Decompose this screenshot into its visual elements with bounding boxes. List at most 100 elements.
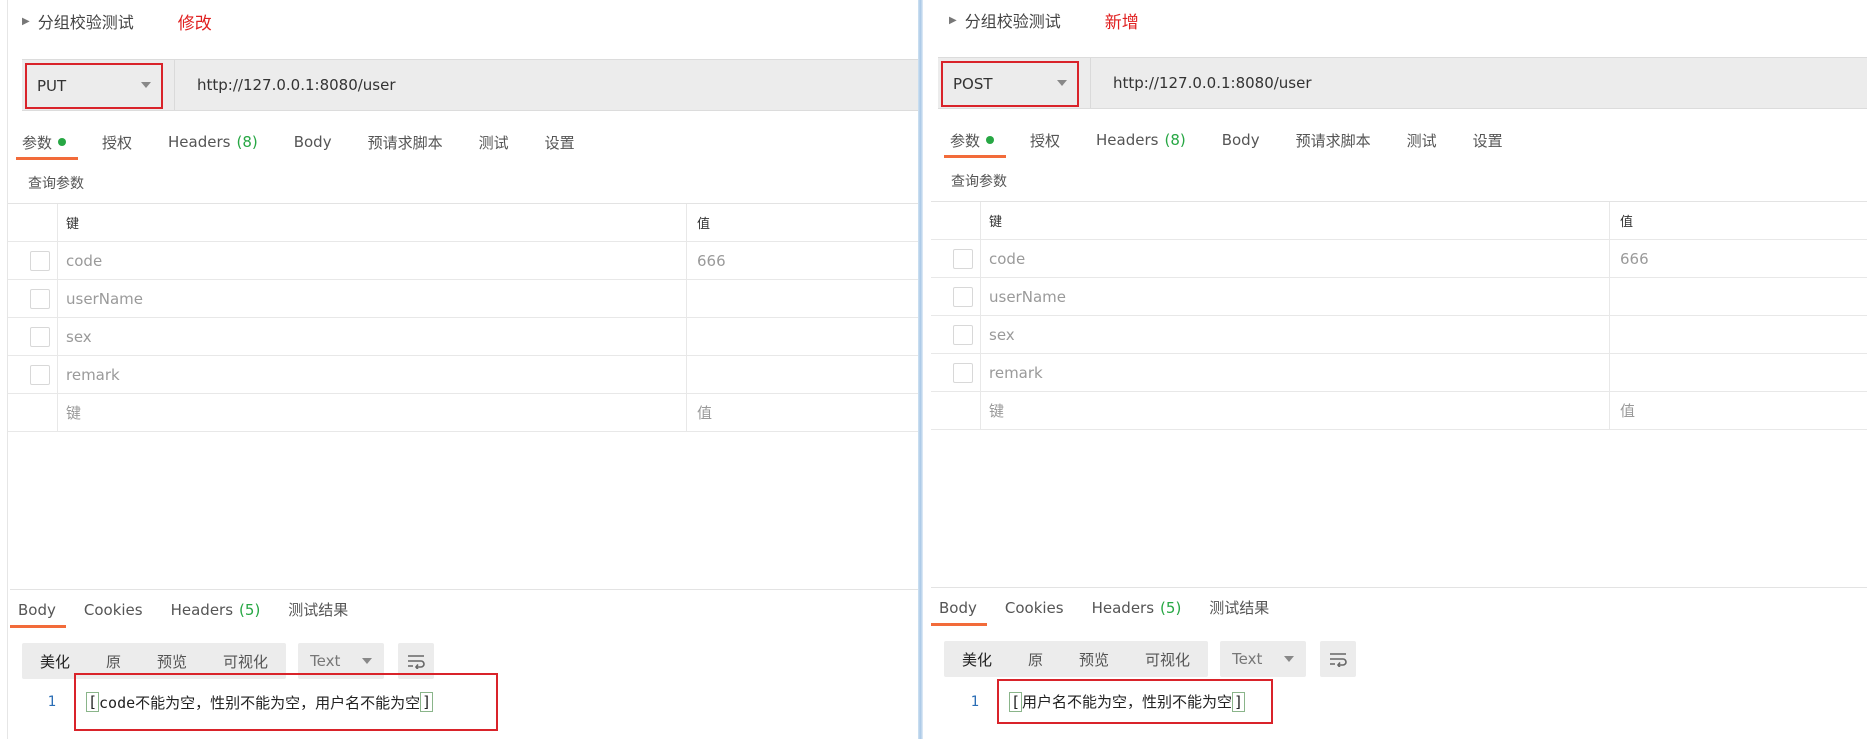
view-raw[interactable]: 原 <box>1010 649 1061 670</box>
response-tabs: Body Cookies Headers (5) 测试结果 <box>931 587 1867 627</box>
url-input[interactable]: http://127.0.0.1:8080/user <box>1090 58 1867 108</box>
table-row: code 666 <box>8 242 920 280</box>
left-request-panel: ▶ 分组校验测试 修改 PUT http://127.0.0.1:8080/us… <box>0 0 920 739</box>
active-dot-icon <box>986 136 995 144</box>
param-value[interactable] <box>1609 278 1620 315</box>
method-select[interactable]: POST <box>941 61 1079 107</box>
response-toolbar: 美化 原 预览 可视化 Text <box>944 641 1357 677</box>
new-param-row: 键 值 <box>931 392 1867 430</box>
request-title-row: ▶ 分组校验测试 修改 <box>22 1 212 41</box>
tab-resp-headers[interactable]: Headers (5) <box>1084 588 1182 628</box>
view-visualize[interactable]: 可视化 <box>1127 649 1208 670</box>
param-key[interactable]: remark <box>66 356 120 393</box>
param-key[interactable]: sex <box>66 318 92 355</box>
wrap-icon <box>1330 653 1347 667</box>
active-dot-icon <box>58 138 67 146</box>
view-raw[interactable]: 原 <box>88 651 139 672</box>
table-header: 键 值 <box>931 202 1867 240</box>
param-value[interactable] <box>1609 316 1620 353</box>
row-checkbox[interactable] <box>30 289 50 309</box>
tab-tests[interactable]: 测试 <box>479 122 509 162</box>
tab-prescript[interactable]: 预请求脚本 <box>368 122 443 162</box>
expand-triangle-icon[interactable]: ▶ <box>949 15 957 26</box>
view-preview[interactable]: 预览 <box>139 651 205 672</box>
param-value[interactable] <box>686 318 697 355</box>
table-row: userName <box>931 278 1867 316</box>
row-checkbox[interactable] <box>953 287 973 307</box>
tab-params[interactable]: 参数 <box>943 120 1007 160</box>
tab-resp-headers[interactable]: Headers (5) <box>163 590 261 630</box>
expand-triangle-icon[interactable]: ▶ <box>22 16 30 27</box>
view-preview[interactable]: 预览 <box>1061 649 1127 670</box>
view-pretty[interactable]: 美化 <box>944 649 1010 670</box>
new-key-input[interactable]: 键 <box>989 392 1004 429</box>
headers-count: (8) <box>236 133 258 151</box>
tab-resp-body[interactable]: Body <box>10 590 66 630</box>
new-key-input[interactable]: 键 <box>66 394 81 431</box>
view-mode-group: 美化 原 预览 可视化 <box>944 641 1209 677</box>
url-input[interactable]: http://127.0.0.1:8080/user <box>174 60 920 110</box>
tab-resp-cookies[interactable]: Cookies <box>997 588 1064 628</box>
format-select[interactable]: Text <box>1220 641 1307 677</box>
param-value[interactable]: 666 <box>686 242 726 279</box>
param-key[interactable]: sex <box>989 316 1015 353</box>
tab-resp-body[interactable]: Body <box>931 588 987 628</box>
tab-resp-results[interactable]: 测试结果 <box>1201 588 1269 628</box>
row-checkbox[interactable] <box>30 365 50 385</box>
left-gutter <box>0 0 8 739</box>
param-value[interactable]: 666 <box>1609 240 1649 277</box>
tab-auth[interactable]: 授权 <box>102 122 132 162</box>
tab-params[interactable]: 参数 <box>15 122 79 162</box>
method-select[interactable]: PUT <box>25 63 163 109</box>
tab-resp-results[interactable]: 测试结果 <box>280 590 348 630</box>
param-key[interactable]: code <box>989 240 1025 277</box>
param-key[interactable]: userName <box>989 278 1066 315</box>
request-name[interactable]: 分组校验测试 <box>965 8 1061 32</box>
method-value: POST <box>953 75 993 93</box>
tab-auth[interactable]: 授权 <box>1030 120 1060 160</box>
view-visualize[interactable]: 可视化 <box>205 651 286 672</box>
tab-prescript[interactable]: 预请求脚本 <box>1296 120 1371 160</box>
chevron-down-icon <box>1057 80 1067 86</box>
tab-body[interactable]: Body <box>1222 120 1260 160</box>
param-value[interactable] <box>686 280 697 317</box>
method-value: PUT <box>37 77 67 95</box>
table-row: remark <box>931 354 1867 392</box>
chevron-down-icon <box>141 82 151 88</box>
request-tabs: 参数 授权 Headers (8) Body 预请求脚本 测试 设置 <box>15 122 611 162</box>
row-checkbox[interactable] <box>30 327 50 347</box>
tab-headers[interactable]: Headers (8) <box>168 122 258 162</box>
view-pretty[interactable]: 美化 <box>22 651 88 672</box>
chevron-down-icon <box>362 658 373 664</box>
response-body: [code不能为空，性别不能为空，用户名不能为空] <box>74 673 498 731</box>
param-value[interactable] <box>686 356 697 393</box>
new-value-input[interactable]: 值 <box>686 394 712 431</box>
param-value[interactable] <box>1609 354 1620 391</box>
annotation-tag: 新增 <box>1104 12 1139 33</box>
right-request-panel: ▶ 分组校验测试 新增 POST http://127.0.0.1:8080/u… <box>923 0 1867 739</box>
table-row: sex <box>8 318 920 356</box>
response-body: [用户名不能为空，性别不能为空] <box>997 679 1273 724</box>
row-checkbox[interactable] <box>953 363 973 383</box>
param-key[interactable]: remark <box>989 354 1043 391</box>
row-checkbox[interactable] <box>953 325 973 345</box>
response-text: 用户名不能为空，性别不能为空 <box>1022 693 1233 711</box>
value-header: 值 <box>686 204 710 241</box>
request-name[interactable]: 分组校验测试 <box>38 9 134 33</box>
tab-tests[interactable]: 测试 <box>1407 120 1437 160</box>
request-title-row: ▶ 分组校验测试 新增 <box>949 0 1139 40</box>
row-checkbox[interactable] <box>30 251 50 271</box>
new-value-input[interactable]: 值 <box>1609 392 1635 429</box>
tab-resp-cookies[interactable]: Cookies <box>76 590 143 630</box>
response-line: 1 [code不能为空，性别不能为空，用户名不能为空] <box>16 673 498 731</box>
url-bar: PUT http://127.0.0.1:8080/user <box>22 59 920 111</box>
param-key[interactable]: code <box>66 242 102 279</box>
tab-settings[interactable]: 设置 <box>1473 120 1503 160</box>
tab-headers[interactable]: Headers (8) <box>1096 120 1186 160</box>
row-checkbox[interactable] <box>953 249 973 269</box>
tab-body[interactable]: Body <box>294 122 332 162</box>
wrap-lines-button[interactable] <box>1320 641 1357 677</box>
key-header: 键 <box>989 215 1003 230</box>
param-key[interactable]: userName <box>66 280 143 317</box>
tab-settings[interactable]: 设置 <box>545 122 575 162</box>
